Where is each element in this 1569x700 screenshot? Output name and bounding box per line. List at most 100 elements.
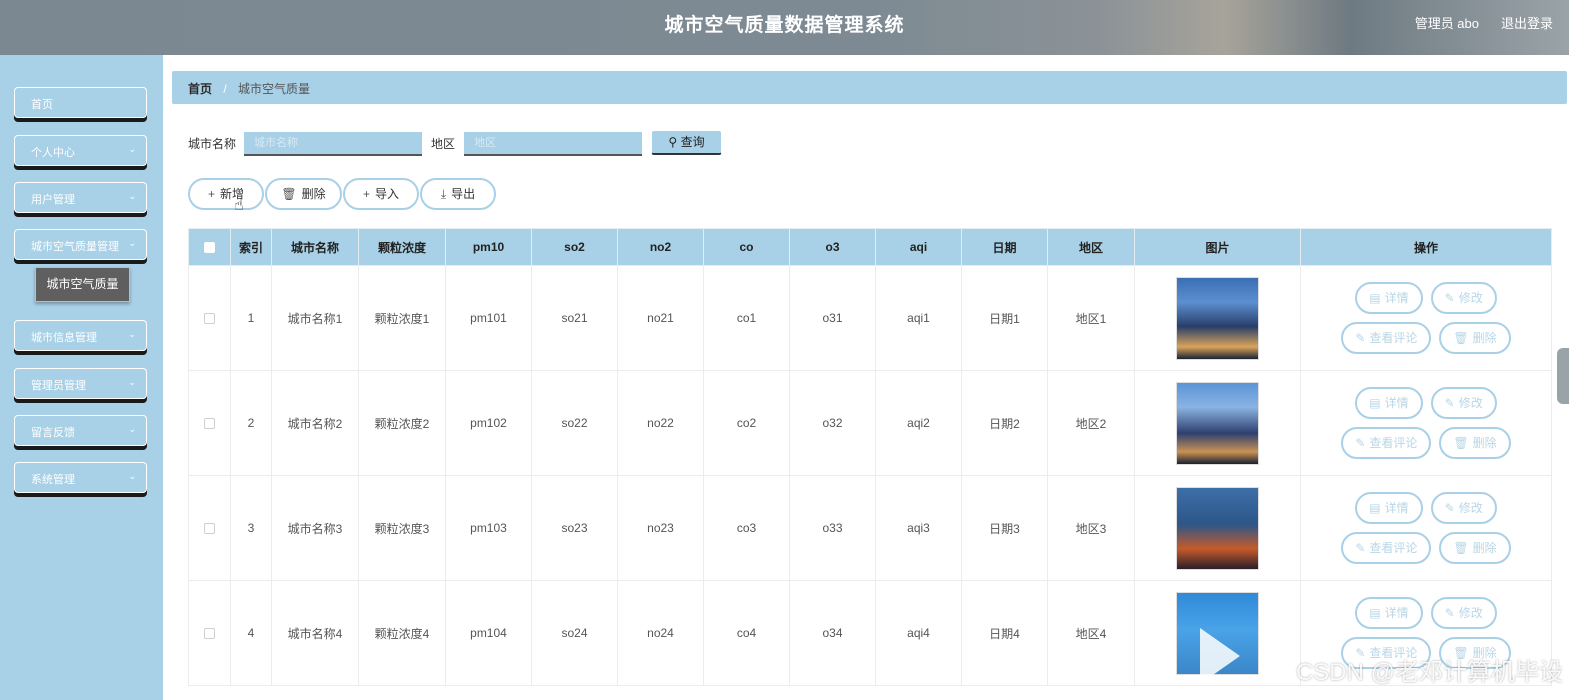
cell-city: 城市名称1 xyxy=(271,265,359,371)
cell-particle: 颗粒浓度1 xyxy=(358,265,446,371)
app-title: 城市空气质量数据管理系统 xyxy=(664,15,905,36)
logout-link[interactable]: 退出登录 xyxy=(1501,13,1553,32)
view-comments-button[interactable]: ✎ 查看评论 xyxy=(1341,427,1432,459)
delete-button[interactable]: 🗑 删除 xyxy=(265,178,342,210)
sidebar-item-profile[interactable]: 个人中心 ⌄ xyxy=(14,135,147,166)
select-all-checkbox[interactable] xyxy=(188,228,231,266)
pencil-icon: ✎ xyxy=(1444,396,1455,410)
trash-icon: 🗑 xyxy=(1453,541,1469,555)
chevron-down-icon: ⌄ xyxy=(128,329,136,339)
sidebar-item-label: 首页 xyxy=(31,99,53,111)
sidebar-item-label: 系统管理 xyxy=(31,474,75,486)
city-name-label: 城市名称 xyxy=(188,137,237,151)
edit-button[interactable]: ✎ 修改 xyxy=(1430,387,1497,419)
data-table: 索引 城市名称 颗粒浓度 pm10 so2 no2 co o3 aqi 日期 地… xyxy=(188,228,1552,686)
view-comments-label: 查看评论 xyxy=(1369,331,1418,345)
cell-region: 地区1 xyxy=(1047,265,1135,371)
breadcrumb: 首页 / 城市空气质量 xyxy=(172,71,1567,104)
cell-aqi: aqi1 xyxy=(875,265,962,371)
table-header-row: 索引 城市名称 颗粒浓度 pm10 so2 no2 co o3 aqi 日期 地… xyxy=(188,228,1552,266)
view-comments-button[interactable]: ✎ 查看评论 xyxy=(1341,532,1432,564)
column-header: pm10 xyxy=(445,228,532,266)
cell-pm10: pm101 xyxy=(445,265,532,371)
cell-co: co3 xyxy=(703,475,790,581)
cell-no2: no23 xyxy=(617,475,704,581)
sidebar-item-label: 个人中心 xyxy=(31,147,75,159)
row-checkbox[interactable] xyxy=(188,580,231,686)
delete-button-label: 删除 xyxy=(301,187,326,201)
sidebar-item-system[interactable]: 系统管理 ⌄ xyxy=(14,462,147,493)
detail-button-label: 详情 xyxy=(1384,501,1409,515)
table-row: 3 城市名称3 颗粒浓度3 pm103 so23 no23 co3 o33 aq… xyxy=(188,475,1552,581)
city-name-input[interactable] xyxy=(244,132,422,156)
cell-o3: o33 xyxy=(789,475,876,581)
table-row: 2 城市名称2 颗粒浓度2 pm102 so22 no22 co2 o32 aq… xyxy=(188,370,1552,476)
row-delete-button[interactable]: 🗑 删除 xyxy=(1439,322,1511,354)
cell-particle: 颗粒浓度2 xyxy=(358,370,446,476)
trash-icon: 🗑 xyxy=(1453,331,1469,345)
sidebar-item-city-info[interactable]: 城市信息管理 ⌄ xyxy=(14,320,147,351)
detail-button[interactable]: ▤ 详情 xyxy=(1355,387,1423,419)
detail-button[interactable]: ▤ 详情 xyxy=(1355,492,1423,524)
breadcrumb-separator: / xyxy=(223,82,227,96)
plus-icon: + xyxy=(362,187,370,201)
document-icon: ▤ xyxy=(1369,606,1381,620)
watermark: CSDN @老邓计算机毕设 xyxy=(1295,659,1563,686)
query-button-label: 查询 xyxy=(680,135,705,149)
cell-ops: ▤ 详情 ✎ 修改 ✎ 查看评论 🗑 删除 xyxy=(1300,265,1552,371)
row-checkbox[interactable] xyxy=(188,265,231,371)
edit-button-label: 修改 xyxy=(1458,606,1483,620)
row-delete-button[interactable]: 🗑 删除 xyxy=(1439,532,1511,564)
export-button-label: 导出 xyxy=(451,187,476,201)
row-delete-button[interactable]: 🗑 删除 xyxy=(1439,427,1511,459)
edit-button[interactable]: ✎ 修改 xyxy=(1430,597,1497,629)
import-button[interactable]: + 导入 xyxy=(343,178,419,210)
sidebar-item-label: 城市空气质量管理 xyxy=(31,241,119,253)
sidebar-item-label: 用户管理 xyxy=(31,194,75,206)
sidebar-item-label: 管理员管理 xyxy=(31,380,86,392)
trash-icon: 🗑 xyxy=(1453,436,1469,450)
city-tower-image[interactable] xyxy=(1176,486,1259,570)
cell-image xyxy=(1134,370,1301,476)
row-checkbox[interactable] xyxy=(188,475,231,581)
cell-image xyxy=(1134,475,1301,581)
sidebar-item-label: 留言反馈 xyxy=(31,427,75,439)
query-button[interactable]: ⚲ 查询 xyxy=(651,130,722,155)
chevron-down-icon: ⌄ xyxy=(128,471,136,481)
import-button-label: 导入 xyxy=(375,187,400,201)
chevron-down-icon: ⌄ xyxy=(128,191,136,201)
table-row: 1 城市名称1 颗粒浓度1 pm101 so21 no21 co1 o31 aq… xyxy=(188,265,1552,371)
document-icon: ▤ xyxy=(1369,291,1381,305)
pencil-icon: ✎ xyxy=(1444,291,1455,305)
breadcrumb-home[interactable]: 首页 xyxy=(188,82,212,96)
hand-cursor-icon: ☝ xyxy=(234,197,244,214)
view-comments-button[interactable]: ✎ 查看评论 xyxy=(1341,322,1432,354)
cell-so2: so22 xyxy=(531,370,618,476)
column-header: 地区 xyxy=(1047,228,1135,266)
cell-pm10: pm102 xyxy=(445,370,532,476)
add-button[interactable]: + 新增 xyxy=(188,178,264,210)
region-input[interactable] xyxy=(464,132,642,156)
sidebar-item-users[interactable]: 用户管理 ⌄ xyxy=(14,182,147,213)
edit-button[interactable]: ✎ 修改 xyxy=(1430,492,1497,524)
edit-button[interactable]: ✎ 修改 xyxy=(1430,282,1497,314)
sidebar-subitem-air-quality[interactable]: 城市空气质量 xyxy=(35,267,130,302)
cell-city: 城市名称4 xyxy=(271,580,359,686)
sidebar-item-air-quality[interactable]: 城市空气质量管理 ⌄ xyxy=(14,229,147,260)
scrollbar-handle[interactable] xyxy=(1557,348,1569,404)
sidebar-item-home[interactable]: 首页 xyxy=(14,87,147,118)
sidebar-item-feedback[interactable]: 留言反馈 ⌄ xyxy=(14,415,147,446)
city-skyline-image[interactable] xyxy=(1176,276,1259,360)
row-checkbox[interactable] xyxy=(188,370,231,476)
detail-button[interactable]: ▤ 详情 xyxy=(1355,597,1423,629)
cell-index: 4 xyxy=(230,580,272,686)
cell-no2: no24 xyxy=(617,580,704,686)
column-header: co xyxy=(703,228,790,266)
sidebar-item-admins[interactable]: 管理员管理 ⌄ xyxy=(14,368,147,399)
export-button[interactable]: ⤓ 导出 xyxy=(420,178,496,210)
column-header: no2 xyxy=(617,228,704,266)
city-skyline-image[interactable] xyxy=(1176,381,1259,465)
cell-ops: ▤ 详情 ✎ 修改 ✎ 查看评论 🗑 删除 xyxy=(1300,475,1552,581)
detail-button[interactable]: ▤ 详情 xyxy=(1355,282,1423,314)
edit-button-label: 修改 xyxy=(1458,291,1483,305)
